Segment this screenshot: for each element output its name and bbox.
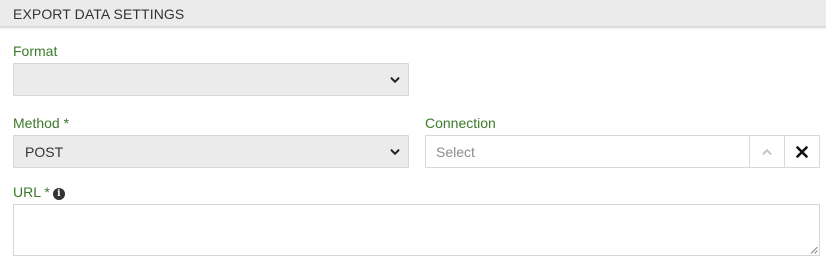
section-title: EXPORT DATA SETTINGS bbox=[13, 6, 185, 22]
info-icon[interactable]: i bbox=[52, 188, 65, 200]
method-select-value: POST bbox=[25, 144, 64, 160]
url-label-text: URL * bbox=[13, 184, 50, 200]
connection-input[interactable]: Select bbox=[436, 144, 475, 160]
connection-combobox[interactable]: Select bbox=[425, 135, 820, 168]
method-label: Method * bbox=[13, 115, 70, 131]
connection-clear-button[interactable] bbox=[784, 136, 819, 167]
format-select[interactable] bbox=[13, 63, 409, 96]
chevron-down-icon bbox=[390, 149, 400, 155]
format-label: Format bbox=[13, 43, 58, 59]
close-icon bbox=[796, 145, 808, 158]
connection-label: Connection bbox=[425, 115, 496, 131]
chevron-down-icon bbox=[390, 77, 400, 83]
resize-grip-icon[interactable] bbox=[809, 245, 818, 254]
method-select[interactable]: POST bbox=[13, 135, 409, 168]
url-label: URL * i bbox=[13, 184, 65, 200]
chevron-up-icon bbox=[762, 148, 772, 155]
section-header: EXPORT DATA SETTINGS bbox=[0, 0, 826, 28]
url-textarea[interactable] bbox=[13, 204, 820, 256]
connection-toggle-button[interactable] bbox=[749, 136, 784, 167]
